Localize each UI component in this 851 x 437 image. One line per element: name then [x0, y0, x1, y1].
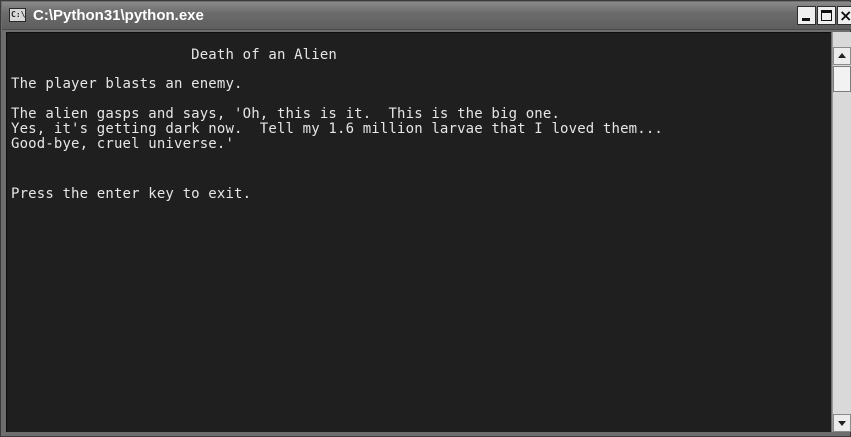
console-output[interactable]: Death of an Alien The player blasts an e… [6, 32, 831, 432]
maximize-icon [821, 10, 832, 21]
arrow-down-icon [838, 421, 846, 426]
console-line: Yes, it's getting dark now. Tell my 1.6 … [11, 121, 663, 137]
console-line: The player blasts an enemy. [11, 76, 243, 92]
scroll-down-button[interactable] [833, 414, 851, 432]
console-app-icon[interactable]: C:\ [9, 8, 26, 22]
scroll-up-button[interactable] [833, 47, 851, 65]
minimize-button[interactable] [797, 6, 816, 25]
console-window: C:\ C:\Python31\python.exe × Death of an… [0, 0, 851, 437]
console-line-prompt: Press the enter key to exit. [11, 186, 252, 202]
console-line: The alien gasps and says, 'Oh, this is i… [11, 106, 561, 122]
scroll-thumb[interactable] [833, 66, 851, 92]
console-line: Good-bye, cruel universe.' [11, 136, 235, 152]
close-button[interactable]: × [837, 6, 851, 25]
maximize-button[interactable] [817, 6, 836, 25]
console-line-heading: Death of an Alien [11, 47, 337, 63]
minimize-icon [802, 18, 810, 21]
arrow-up-icon [838, 53, 846, 58]
vertical-scrollbar[interactable] [832, 32, 851, 432]
window-title: C:\Python31\python.exe [33, 7, 204, 24]
close-icon: × [839, 6, 851, 25]
title-bar[interactable]: C:\ C:\Python31\python.exe × [2, 2, 851, 30]
